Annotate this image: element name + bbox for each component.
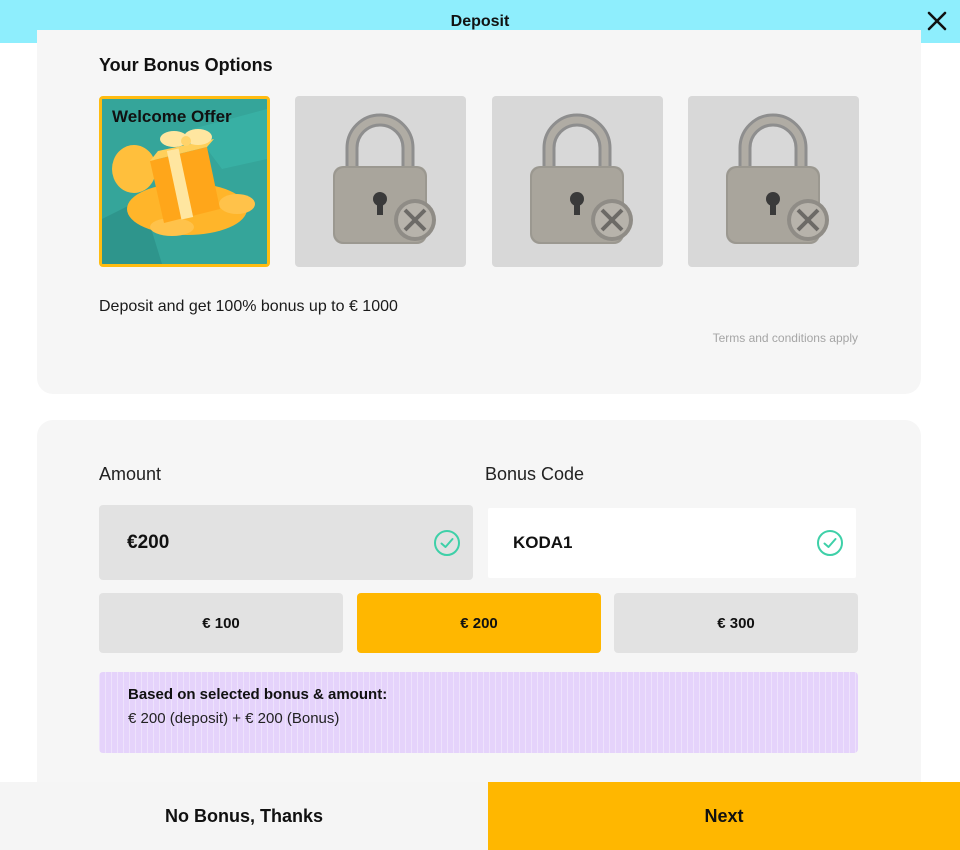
amount-preset-300-button[interactable]: € 300 [614,593,858,653]
amount-input[interactable]: €200 [99,505,473,580]
check-circle-icon [817,530,843,556]
close-icon[interactable] [924,8,950,34]
terms-link[interactable]: Terms and conditions apply [713,331,858,345]
bonus-code-label: Bonus Code [485,464,585,484]
modal-title: Deposit [450,12,510,30]
bonus-option-locked-2[interactable] [492,96,663,267]
no-bonus-button[interactable]: No Bonus, Thanks [0,782,488,850]
bonus-option-label: Welcome Offer [112,107,232,126]
bonus-option-welcome-offer[interactable]: Welcome Offer [99,96,270,267]
lock-icon [530,113,633,244]
bonus-options-panel: Your Bonus Options Welcome Offer Deposit… [37,30,921,394]
check-circle-icon [434,529,460,556]
bonus-summary-box: Based on selected bonus & amount: € 200 … [99,672,858,753]
bonus-description: Deposit and get 100% bonus up to € 1000 [99,298,398,315]
summary-line: € 200 (deposit) + € 200 (Bonus) [128,710,340,727]
summary-title: Based on selected bonus & amount: [128,686,388,703]
bonus-option-locked-1[interactable] [295,96,466,267]
amount-value: €200 [127,531,170,553]
amount-panel: Amount Bonus Code €200 KODA1 € 100 € 200… [37,420,921,800]
lock-icon [726,113,829,244]
bonus-code-input[interactable]: KODA1 [488,508,856,578]
amount-preset-100-button[interactable]: € 100 [99,593,343,653]
amount-preset-200-button[interactable]: € 200 [357,593,601,653]
next-button[interactable]: Next [488,782,960,850]
bonus-option-locked-3[interactable] [688,96,859,267]
bonus-options-title: Your Bonus Options [99,55,273,75]
amount-label: Amount [99,464,162,484]
bonus-code-value: KODA1 [513,533,573,552]
lock-icon [333,113,436,244]
